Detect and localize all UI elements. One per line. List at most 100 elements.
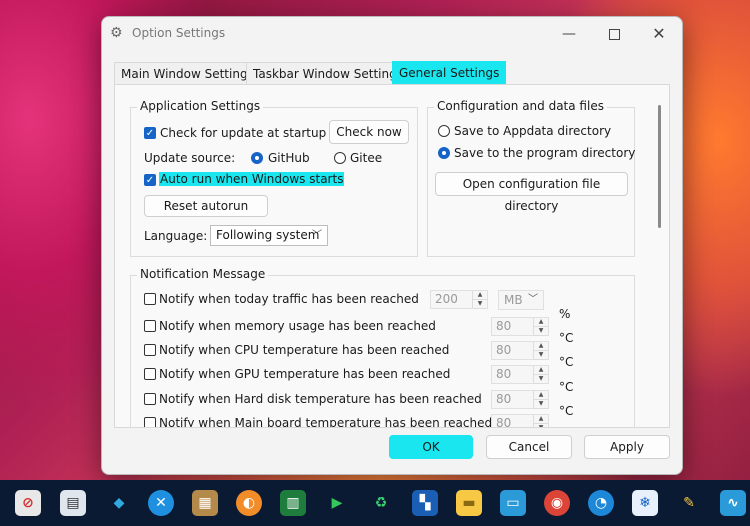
hdd-value: 80 [496, 392, 512, 406]
archive-icon[interactable]: ▦ [192, 490, 218, 516]
minimize-button[interactable]: — [547, 21, 591, 47]
gitee-radio[interactable] [334, 152, 346, 164]
apply-button[interactable]: Apply [584, 435, 670, 459]
check-update-label: Check for update at startup [160, 126, 327, 140]
notify-gpu-label: Notify when GPU temperature has been rea… [159, 367, 451, 381]
traffic-stepper[interactable]: 200 ▲ ▼ [430, 290, 488, 309]
gear-icon: ⚙ [110, 25, 123, 41]
stepper-down-icon[interactable]: ▼ [534, 351, 548, 360]
chevron-down-icon: ﹀ [528, 294, 538, 305]
gitee-label: Gitee [350, 151, 383, 165]
traffic-unit-value: MB [504, 293, 523, 307]
stepper-down-icon[interactable]: ▼ [534, 375, 548, 384]
memory-stepper[interactable]: 80 ▲ ▼ [491, 317, 549, 336]
language-value: Following system [216, 228, 320, 242]
language-label: Language: [144, 229, 208, 243]
maximize-icon [608, 29, 620, 40]
mainboard-value: 80 [496, 416, 512, 428]
ok-button[interactable]: OK [389, 435, 473, 459]
traffic-value: 200 [435, 292, 458, 306]
cpu-unit: °C [559, 331, 574, 345]
check-now-button[interactable]: Check now [329, 120, 409, 144]
stepper-up-icon[interactable]: ▲ [534, 415, 548, 424]
stepper-up-icon[interactable]: ▲ [534, 366, 548, 375]
monitor-icon[interactable]: ▭ [500, 490, 526, 516]
chrome-icon[interactable]: ◉ [544, 490, 570, 516]
maximize-button[interactable] [592, 21, 636, 47]
hdd-stepper[interactable]: 80 ▲ ▼ [491, 390, 549, 409]
configuration-group: Configuration and data files Save to App… [427, 99, 636, 257]
notify-cpu-checkbox[interactable] [144, 344, 156, 356]
window-title: Option Settings [132, 26, 226, 40]
stepper-up-icon[interactable]: ▲ [473, 291, 487, 300]
reset-autorun-button[interactable]: Reset autorun [144, 195, 268, 217]
program-directory-radio[interactable] [438, 147, 450, 159]
tab-taskbar-window-settings[interactable]: Taskbar Window Settings [246, 62, 410, 85]
play-store-icon[interactable]: ▶ [324, 490, 350, 516]
appdata-radio[interactable] [438, 125, 450, 137]
notify-mainboard-checkbox[interactable] [144, 417, 156, 427]
paint-icon[interactable]: ✎ [676, 490, 702, 516]
notify-hdd-checkbox[interactable] [144, 393, 156, 405]
folder-icon[interactable]: ▬ [456, 490, 482, 516]
check-update-checkbox[interactable]: ✓ [144, 127, 156, 139]
scrollbar-thumb[interactable] [658, 105, 661, 228]
application-settings-group: Application Settings ✓ Check for update … [130, 99, 418, 257]
notify-hdd-label: Notify when Hard disk temperature has be… [159, 392, 482, 406]
notify-cpu-label: Notify when CPU temperature has been rea… [159, 343, 450, 357]
x-app-icon[interactable]: ✕ [148, 490, 174, 516]
stepper-up-icon[interactable]: ▲ [534, 342, 548, 351]
close-button[interactable]: ✕ [637, 21, 681, 47]
tab-main-window-settings[interactable]: Main Window Settings [114, 62, 261, 85]
mainboard-stepper[interactable]: 80 ▲ ▼ [491, 414, 549, 428]
notify-traffic-checkbox[interactable] [144, 293, 156, 305]
stepper-down-icon[interactable]: ▼ [473, 300, 487, 309]
notify-memory-label: Notify when memory usage has been reache… [159, 319, 436, 333]
pulse-icon[interactable]: ∿ [720, 490, 746, 516]
open-config-dir-button[interactable]: Open configuration file directory [435, 172, 628, 213]
taskbar: ⊘ ▤ ◆ ✕ ▦ ◐ ▥ ▶ ♻ ▚ ▬ ▭ ◉ ◔ ❄ ✎ ∿ [0, 480, 750, 526]
memory-value: 80 [496, 319, 512, 333]
notify-traffic-label: Notify when today traffic has been reach… [159, 292, 419, 306]
notify-gpu-checkbox[interactable] [144, 368, 156, 380]
group-caption: Configuration and data files [434, 99, 607, 113]
cancel-button[interactable]: Cancel [486, 435, 572, 459]
kodi-icon[interactable]: ◆ [106, 490, 132, 516]
stepper-up-icon[interactable]: ▲ [534, 391, 548, 400]
github-radio[interactable] [251, 152, 263, 164]
group-caption: Application Settings [137, 99, 264, 113]
auto-run-checkbox[interactable]: ✓ [144, 174, 156, 186]
cpu-stepper[interactable]: 80 ▲ ▼ [491, 341, 549, 360]
program-directory-label: Save to the program directory [454, 146, 636, 160]
notification-group: Notification Message Notify when today t… [130, 267, 635, 428]
group-caption: Notification Message [137, 267, 269, 281]
gpu-value: 80 [496, 367, 512, 381]
option-settings-dialog: ⚙ Option Settings — ✕ Main Window Settin… [101, 16, 683, 475]
gpu-stepper[interactable]: 80 ▲ ▼ [491, 365, 549, 384]
edge-icon[interactable]: ◔ [588, 490, 614, 516]
appdata-label: Save to Appdata directory [454, 124, 612, 138]
firefox-icon[interactable]: ◐ [236, 490, 262, 516]
language-select[interactable]: Following system ﹀ [210, 225, 328, 246]
hdd-unit: °C [559, 380, 574, 394]
chevron-down-icon: ﹀ [312, 230, 322, 241]
general-settings-panel: Application Settings ✓ Check for update … [114, 84, 670, 428]
snowflake-icon[interactable]: ❄ [632, 490, 658, 516]
update-source-label: Update source: [144, 151, 236, 165]
github-label: GitHub [268, 151, 310, 165]
notify-mainboard-label: Notify when Main board temperature has b… [159, 416, 493, 428]
stepper-up-icon[interactable]: ▲ [534, 318, 548, 327]
no-entry-icon[interactable]: ⊘ [15, 490, 41, 516]
mainboard-unit: °C [559, 404, 574, 418]
notify-memory-checkbox[interactable] [144, 320, 156, 332]
tab-general-settings[interactable]: General Settings [392, 61, 507, 84]
trello-icon[interactable]: ▚ [412, 490, 438, 516]
stepper-down-icon[interactable]: ▼ [534, 400, 548, 409]
recycle-icon[interactable]: ♻ [368, 490, 394, 516]
excel-icon[interactable]: ▥ [280, 490, 306, 516]
cpu-value: 80 [496, 343, 512, 357]
stepper-down-icon[interactable]: ▼ [534, 424, 548, 427]
document-icon[interactable]: ▤ [60, 490, 86, 516]
traffic-unit-select[interactable]: MB ﹀ [498, 290, 544, 310]
stepper-down-icon[interactable]: ▼ [534, 327, 548, 336]
